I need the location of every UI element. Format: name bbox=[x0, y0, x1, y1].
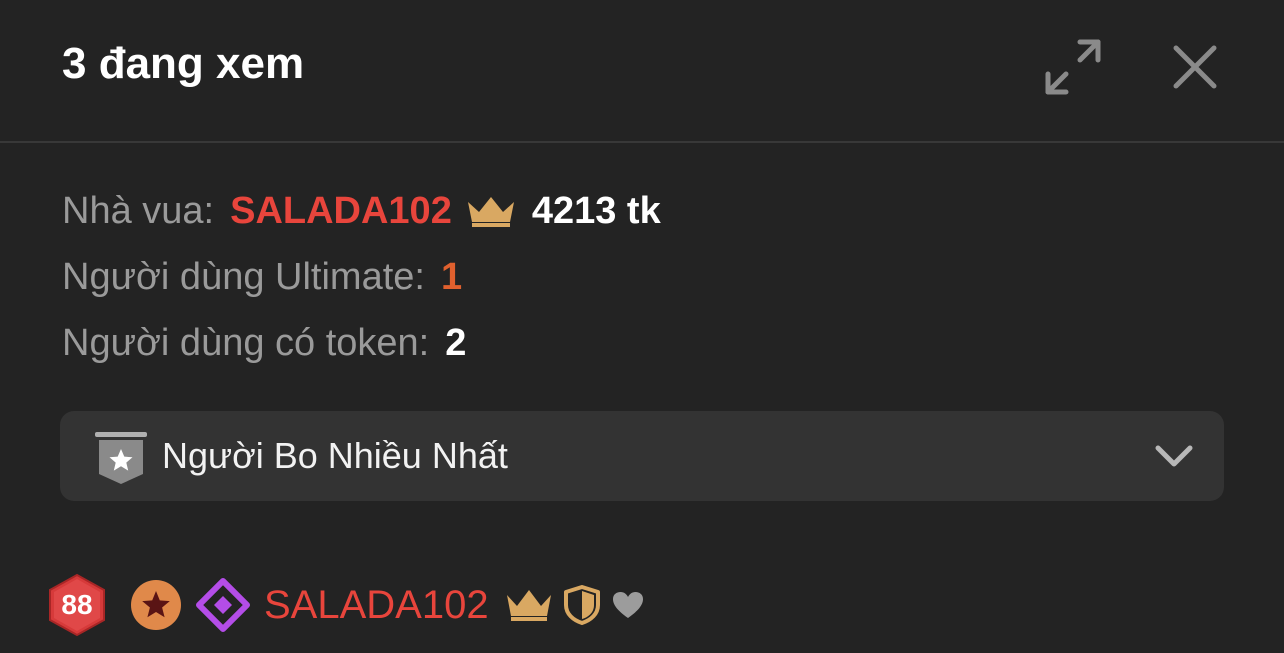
panel-title: 3 đang xem bbox=[62, 39, 305, 88]
viewers-panel: 3 đang xem Nhà vua: SALADA102 4213 tk Ng… bbox=[0, 0, 1284, 653]
crown-icon bbox=[466, 194, 516, 228]
chevron-down-icon bbox=[1155, 445, 1193, 467]
token-users-count: 2 bbox=[445, 322, 467, 364]
sort-dropdown[interactable]: Người Bo Nhiều Nhất bbox=[60, 411, 1224, 501]
ultimate-count: 1 bbox=[440, 256, 463, 298]
ultimate-row: Người dùng Ultimate: 1 bbox=[62, 244, 661, 310]
king-label: Nhà vua: bbox=[62, 190, 215, 232]
expand-button[interactable] bbox=[1040, 34, 1106, 100]
level-number: 88 bbox=[61, 589, 93, 620]
expand-icon bbox=[1045, 39, 1101, 95]
token-users-label: Người dùng có token: bbox=[62, 322, 430, 364]
star-medal-icon bbox=[131, 580, 181, 630]
king-row: Nhà vua: SALADA102 4213 tk bbox=[62, 178, 661, 244]
king-name[interactable]: SALADA102 bbox=[230, 184, 452, 238]
close-button[interactable] bbox=[1164, 36, 1226, 98]
diamond-icon bbox=[196, 578, 250, 632]
shield-icon bbox=[563, 585, 600, 625]
viewer-stats: Nhà vua: SALADA102 4213 tk Người dùng Ul… bbox=[62, 178, 661, 376]
close-icon bbox=[1173, 45, 1217, 89]
crown-icon bbox=[506, 590, 551, 621]
user-name[interactable]: SALADA102 bbox=[264, 580, 489, 630]
star-shield-icon bbox=[95, 432, 147, 484]
ultimate-label: Người dùng Ultimate: bbox=[62, 256, 425, 298]
user-list-item[interactable]: 88 SALADA102 bbox=[46, 572, 645, 638]
token-users-row: Người dùng có token: 2 bbox=[62, 310, 661, 376]
dropdown-selected-value: Người Bo Nhiều Nhất bbox=[162, 435, 508, 476]
heart-icon bbox=[612, 592, 643, 618]
panel-header: 3 đang xem bbox=[0, 0, 1284, 143]
king-tokens: 4213 tk bbox=[531, 190, 661, 232]
level-badge: 88 bbox=[46, 573, 108, 637]
